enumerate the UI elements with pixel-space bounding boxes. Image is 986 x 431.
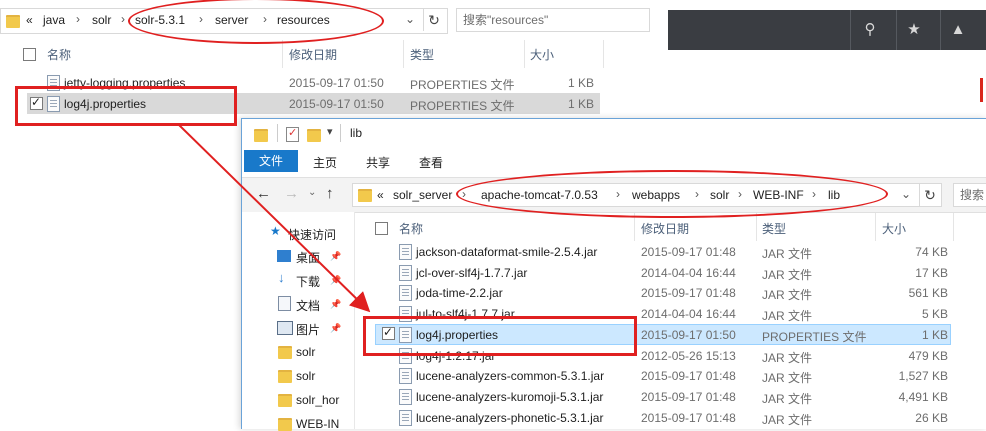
annotation-arrow [177,123,371,313]
